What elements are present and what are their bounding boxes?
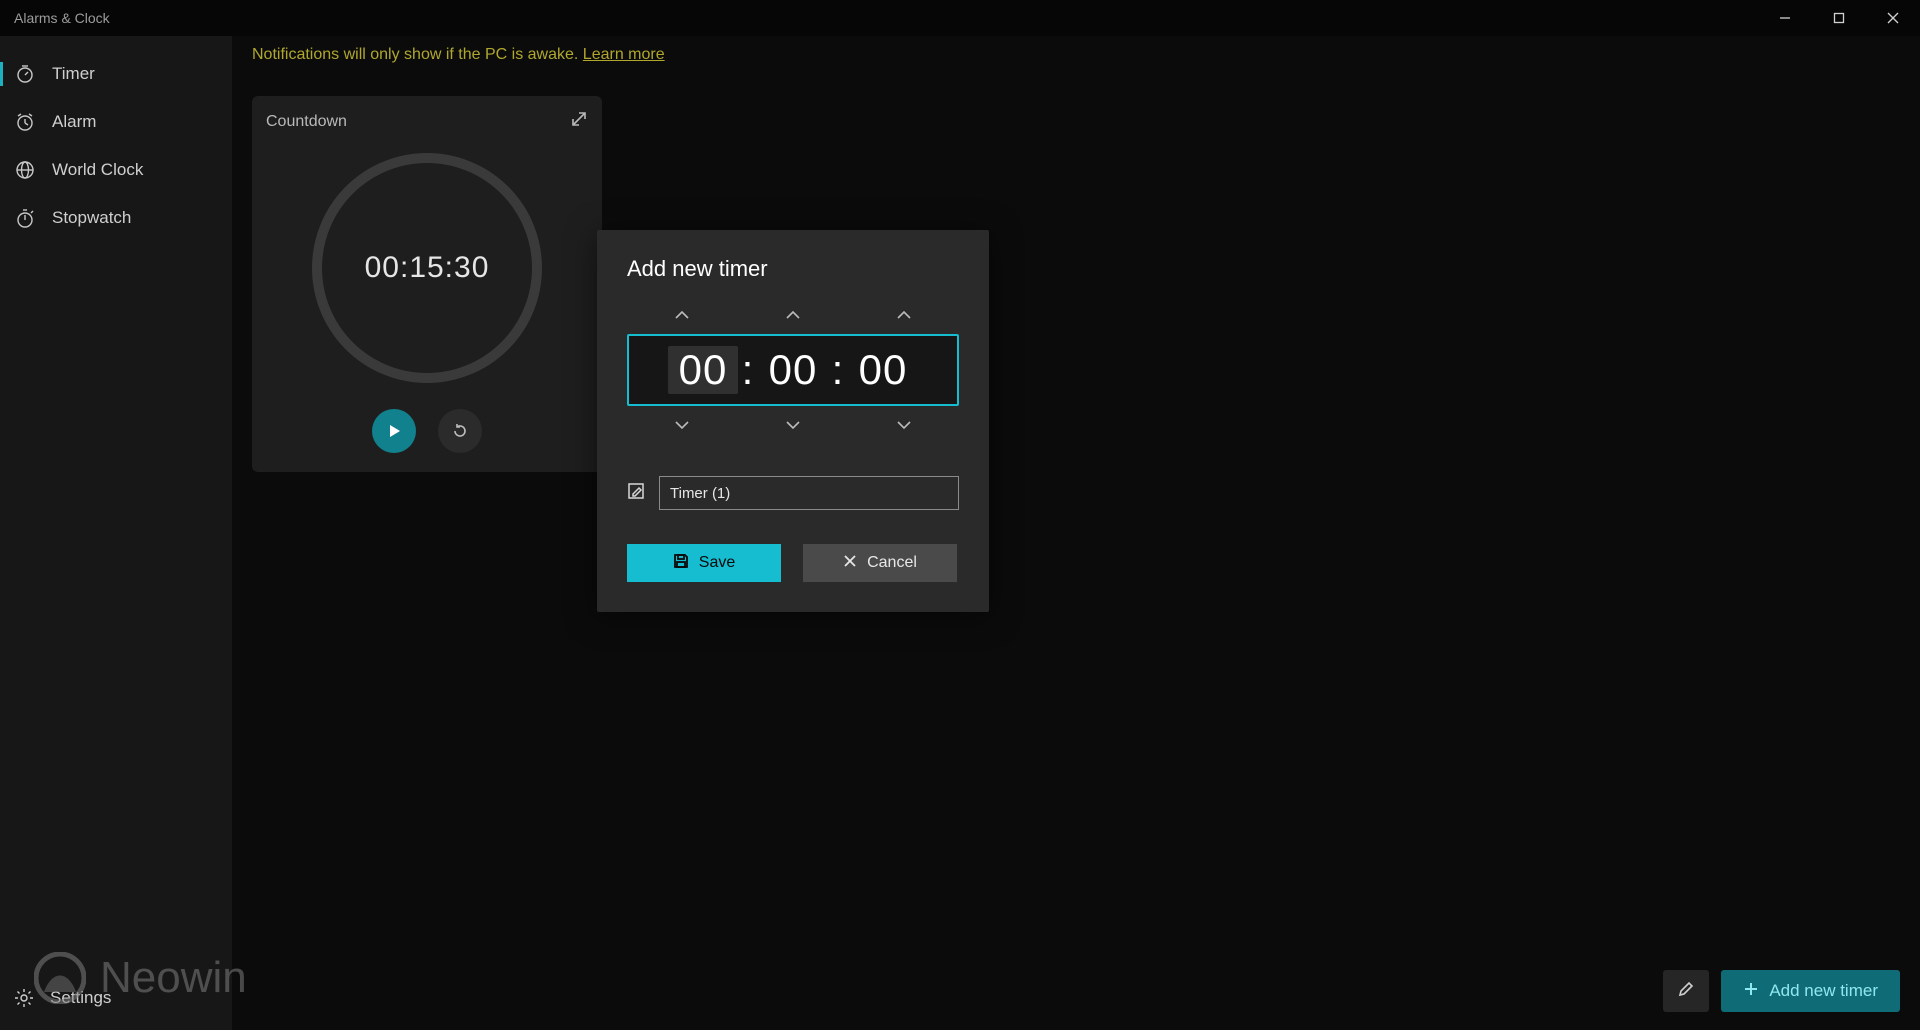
- minutes-segment[interactable]: 00: [758, 346, 828, 394]
- sidebar: Timer Alarm World Clock Stopwatch Setti: [0, 36, 232, 1030]
- edit-timers-button[interactable]: [1663, 970, 1709, 1012]
- seconds-up-button[interactable]: [874, 310, 934, 320]
- cancel-button-label: Cancel: [867, 554, 917, 572]
- cancel-button[interactable]: Cancel: [803, 544, 957, 582]
- edit-name-icon: [627, 482, 645, 505]
- window-close-button[interactable]: [1866, 0, 1920, 36]
- dialog-title: Add new timer: [627, 256, 959, 282]
- neowin-logo-icon: [34, 952, 86, 1004]
- watermark: Neowin: [34, 952, 247, 1004]
- pencil-icon: [1677, 980, 1695, 1003]
- save-button[interactable]: Save: [627, 544, 781, 582]
- time-colon: :: [828, 346, 848, 394]
- gear-icon: [14, 988, 34, 1008]
- hours-up-button[interactable]: [652, 310, 712, 320]
- titlebar: Alarms & Clock: [0, 0, 1920, 36]
- timer-card-title: Countdown: [266, 113, 347, 131]
- alarm-icon: [14, 111, 36, 133]
- add-new-timer-button[interactable]: Add new timer: [1721, 970, 1900, 1012]
- window-minimize-button[interactable]: [1758, 0, 1812, 36]
- watermark-text: Neowin: [100, 953, 247, 1003]
- time-picker[interactable]: 00 : 00 : 00: [627, 334, 959, 406]
- time-colon: :: [738, 346, 758, 394]
- stopwatch-icon: [14, 207, 36, 229]
- sidebar-item-alarm[interactable]: Alarm: [0, 98, 232, 146]
- sidebar-item-world-clock[interactable]: World Clock: [0, 146, 232, 194]
- sidebar-item-label: Stopwatch: [52, 208, 131, 228]
- sidebar-item-label: Timer: [52, 64, 95, 84]
- timer-name-input[interactable]: [659, 476, 959, 510]
- seconds-down-button[interactable]: [874, 420, 934, 430]
- add-new-timer-label: Add new timer: [1769, 981, 1878, 1001]
- timer-progress-ring: 00:15:30: [312, 153, 542, 383]
- notification-learn-more-link[interactable]: Learn more: [583, 46, 665, 63]
- sidebar-item-label: Alarm: [52, 112, 96, 132]
- expand-icon[interactable]: [570, 110, 588, 133]
- reset-button[interactable]: [438, 409, 482, 453]
- window-maximize-button[interactable]: [1812, 0, 1866, 36]
- minutes-down-button[interactable]: [763, 420, 823, 430]
- timer-icon: [14, 63, 36, 85]
- timer-time-display: 00:15:30: [365, 251, 490, 285]
- sidebar-item-stopwatch[interactable]: Stopwatch: [0, 194, 232, 242]
- play-button[interactable]: [372, 409, 416, 453]
- app-title: Alarms & Clock: [14, 10, 110, 26]
- close-icon: [843, 554, 857, 573]
- world-clock-icon: [14, 159, 36, 181]
- save-icon: [673, 553, 689, 574]
- hours-down-button[interactable]: [652, 420, 712, 430]
- save-button-label: Save: [699, 554, 735, 572]
- notification-banner: Notifications will only show if the PC i…: [232, 36, 1920, 64]
- minutes-up-button[interactable]: [763, 310, 823, 320]
- timer-card: Countdown 00:15:30: [252, 96, 602, 472]
- seconds-segment[interactable]: 00: [848, 346, 918, 394]
- plus-icon: [1743, 981, 1759, 1002]
- add-timer-dialog: Add new timer 00 : 00 : 00: [597, 230, 989, 612]
- hours-segment[interactable]: 00: [668, 346, 738, 394]
- sidebar-item-label: World Clock: [52, 160, 143, 180]
- sidebar-item-timer[interactable]: Timer: [0, 50, 232, 98]
- notification-text: Notifications will only show if the PC i…: [252, 46, 583, 63]
